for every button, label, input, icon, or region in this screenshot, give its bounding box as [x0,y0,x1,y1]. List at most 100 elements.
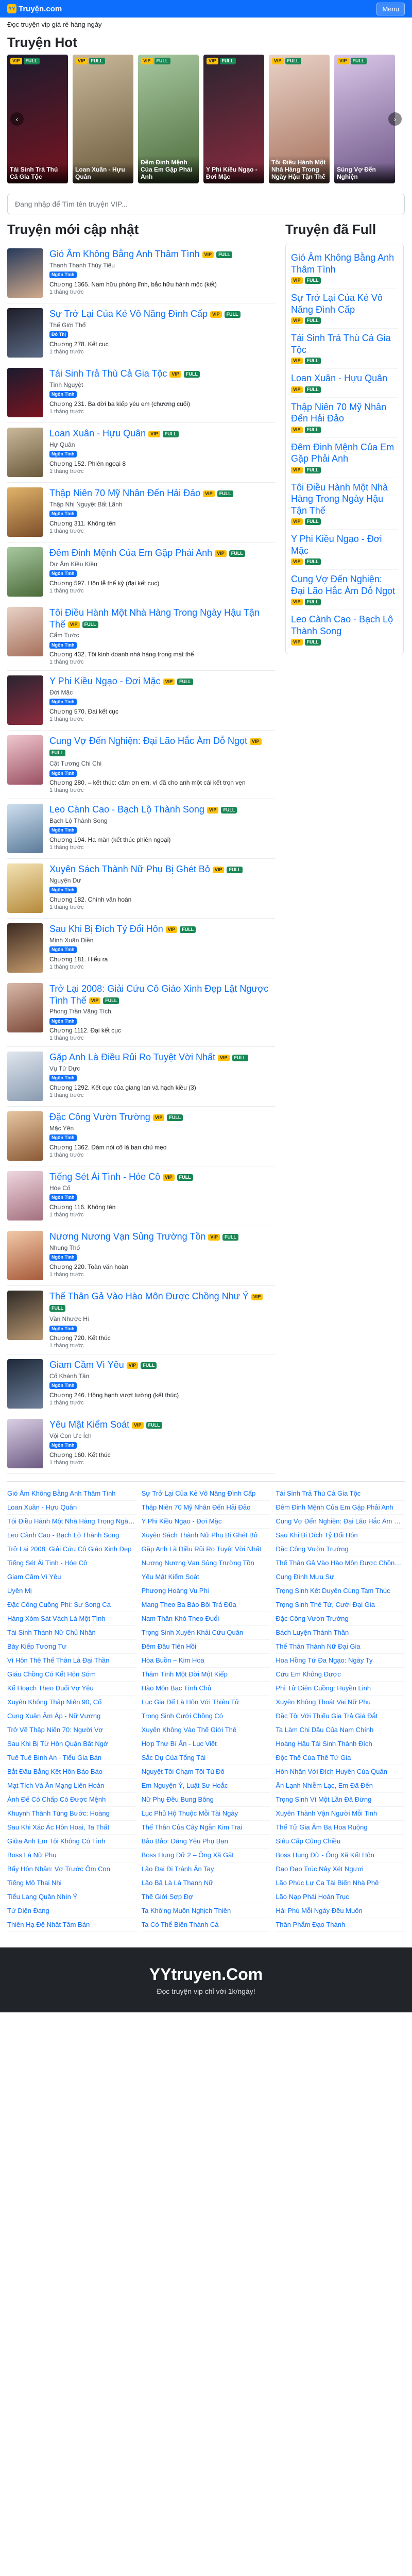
hot-card[interactable]: VIP FULL Đêm Đinh Mệnh Của Em Gặp Phải Anh [138,55,199,183]
story-latest-chapter[interactable]: Chương 152. Phiên ngoại 8 [49,460,275,467]
tag-cloud-link[interactable]: Bách Luyện Thành Thần [276,1626,405,1640]
story-latest-chapter[interactable]: Chương 1112. Đại kết cục [49,1027,275,1034]
story-latest-chapter[interactable]: Chương 182. Chính văn hoàn [49,896,275,903]
story-thumbnail[interactable] [7,1231,43,1280]
tag-cloud-link[interactable]: Thế Thân Gả Vào Hào Môn Được Chồng Như Ý [276,1556,405,1570]
story-latest-chapter[interactable]: Chương 278. Kết cục [49,341,275,348]
tag-cloud-link[interactable]: Leo Cành Cao - Bạch Lộ Thành Song [7,1529,136,1543]
tag-cloud-link[interactable]: Thế Thân Của Cây Ngắn Kim Trai [141,1821,271,1835]
tag-cloud-link[interactable]: Boss Hung Dữ 2 – Ông Xã Gặt [141,1849,271,1862]
tag-cloud-link[interactable]: Ta Làm Chi Dâu Của Nam Chính [276,1723,405,1737]
story-thumbnail[interactable] [7,735,43,785]
story-title-link[interactable]: Y Phi Kiều Ngạo - Đơi Mặc VIP FULL [49,676,194,686]
story-latest-chapter[interactable]: Chương 1292. Kết cục của giang lan và hạ… [49,1084,275,1091]
tag-cloud-link[interactable]: Trọng Sinh Cưới Chồng Có [141,1709,271,1723]
story-title-link[interactable]: Tái Sinh Trả Thù Cả Gia Tộc VIP FULL [49,368,200,379]
story-latest-chapter[interactable]: Chương 720. Kết thúc [49,1334,275,1342]
tag-cloud-link[interactable]: Lão Phúc Lự Ca Tài Biến Nhà Phê [276,1876,405,1890]
story-title-link[interactable]: Sự Trở Lại Của Kẻ Vô Năng Đình Cấp VIP F… [49,309,241,319]
tag-cloud-link[interactable]: Ăn Lạnh Nhiễm Lạc, Em Đã Đến [276,1779,405,1793]
story-latest-chapter[interactable]: Chương 220. Toàn văn hoàn [49,1263,275,1270]
story-thumbnail[interactable] [7,983,43,1032]
tag-cloud-link[interactable]: Xuyên Sách Thành Nữ Phụ Bị Ghét Bỏ [141,1529,271,1543]
story-latest-chapter[interactable]: Chương 246. Hồng hạnh vượt tường (kết th… [49,1392,275,1399]
tag-cloud-link[interactable]: Giáu Chồng Có Kết Hôn Sớm [7,1668,136,1682]
tag-cloud-link[interactable]: Sau Khi Bị Từ Hôn Quận Bất Ngờ [7,1737,136,1751]
tag-cloud-link[interactable]: Trọng Sinh Thê Tử, Cưới Đại Gia [276,1598,405,1612]
tag-cloud-link[interactable]: Sau Khi Bị Đích Tỷ Đổi Hôn [276,1529,405,1543]
tag-cloud-link[interactable]: Boss Là Nữ Phụ [7,1849,136,1862]
tag-cloud-link[interactable]: Vì Hôn Thê Thế Thân Là Đại Thần [7,1654,136,1668]
tag-cloud-link[interactable]: Yêu Mật Kiểm Soát [141,1570,271,1584]
story-thumbnail[interactable] [7,1419,43,1468]
story-latest-chapter[interactable]: Chương 1365. Nam hữu phòng lĩnh, bắc hữu… [49,281,275,288]
hot-card[interactable]: VIP FULL Tôi Điều Hành Một Nhà Hàng Trong … [269,55,330,183]
tag-cloud-link[interactable]: Kế Hoạch Theo Đuổi Vợ Yêu [7,1682,136,1696]
story-title-link[interactable]: Đêm Đinh Mệnh Của Em Gặp Phải Anh VIP FU… [49,548,245,558]
tag-cloud-link[interactable]: Hợp Thư Bí Ẩn - Lục Việt [141,1737,271,1751]
tag-cloud-link[interactable]: Lão Bã Là Là Thanh Nữ [141,1876,271,1890]
story-thumbnail[interactable] [7,863,43,913]
tag-cloud-link[interactable]: Loan Xuân - Hựu Quân [7,1501,136,1515]
tag-cloud-link[interactable]: Gặp Anh Là Điều Rủi Ro Tuyệt Vời Nhất [141,1543,271,1556]
tag-cloud-link[interactable]: Giam Cầm Vì Yêu [7,1570,136,1584]
tag-cloud-link[interactable]: Hoàng Hậu Tái Sinh Thành Đích [276,1737,405,1751]
tag-cloud-link[interactable]: Thế Tử Gia Âm Ba Hoa Ruộng [276,1821,405,1835]
tag-cloud-link[interactable]: Đêm Đầu Tiên Hồi [141,1640,271,1654]
tag-cloud-link[interactable]: Mạt Tích Và Ân Mạng Liên Hoàn [7,1779,136,1793]
story-title-link[interactable]: Gặp Anh Là Điều Rủi Ro Tuyệt Vời Nhất VI… [49,1052,248,1062]
story-latest-chapter[interactable]: Chương 570. Đại kết cục [49,708,275,715]
tag-cloud-link[interactable]: Lão Nạp Phái Hoàn Trục [276,1890,405,1904]
brand-link[interactable]: YY Truyện.com [7,4,62,13]
tag-cloud-link[interactable]: Tiếng Mô Thai Nhi [7,1876,136,1890]
tag-cloud-link[interactable]: Siêu Cấp Cũng Chiều [276,1835,405,1849]
hot-card[interactable]: VIP FULL Sủng Vợ Đến Nghiện [334,55,395,183]
story-latest-chapter[interactable]: Chương 1362. Đám nói cô là bạn chủ mẹo [49,1144,275,1151]
carousel-next-icon[interactable]: › [388,112,402,126]
tag-cloud-link[interactable]: Cứu Em Không Được [276,1668,405,1682]
search-input[interactable] [7,194,405,214]
full-story-title[interactable]: Tái Sinh Trả Thù Cả Gia Tộc [291,332,398,355]
tag-cloud-link[interactable]: Hôn Nhân Với Đích Huyền Của Quân [276,1765,405,1779]
tag-cloud-link[interactable]: Uyên Mị [7,1584,136,1598]
story-thumbnail[interactable] [7,675,43,725]
tag-cloud-link[interactable]: Nguyệt Tôi Chạm Tối Tú Đô [141,1765,271,1779]
tag-cloud-link[interactable]: Nương Nương Vạn Sủng Trường Tồn [141,1556,271,1570]
tag-cloud-link[interactable]: Sắc Dụ Của Tổng Tài [141,1751,271,1765]
tag-cloud-link[interactable]: Bày Kiếp Tương Tư [7,1640,136,1654]
story-title-link[interactable]: Leo Cành Cao - Bạch Lộ Thành Song VIP FU… [49,804,237,815]
story-title-link[interactable]: Giam Cầm Vì Yêu VIP FULL [49,1360,157,1370]
tag-cloud-link[interactable]: Độc Thê Của Thế Tử Gia [276,1751,405,1765]
story-title-link[interactable]: Trở Lại 2008: Giải Cứu Cô Giáo Xinh Đẹp … [49,984,268,1006]
story-title-link[interactable]: Cung Vợ Đến Nghiện: Đại Lão Hắc Ám Dỗ Ng… [49,736,262,758]
story-latest-chapter[interactable]: Chương 597. Hôn lễ thế kỷ (đại kết cục) [49,580,275,587]
story-latest-chapter[interactable]: Chương 231. Ba đời ba kiếp yêu em (chươn… [49,400,275,408]
tag-cloud-link[interactable]: Phì Tử Điên Cuồng: Huyền Linh [276,1682,405,1696]
tag-cloud-link[interactable]: Ta Có Thể Biến Thành Cá [141,1918,271,1932]
tag-cloud-link[interactable]: Giữa Anh Em Tôi Không Có Tình [7,1835,136,1849]
tag-cloud-link[interactable]: Sau Khi Xác Ác Hôn Hoai, Ta Thất [7,1821,136,1835]
story-latest-chapter[interactable]: Chương 160. Kết thúc [49,1451,275,1459]
full-story-title[interactable]: Đêm Đinh Mệnh Của Em Gặp Phải Anh [291,442,398,465]
tag-cloud-link[interactable]: Tuế Tuế Bình An - Tiểu Gia Bản [7,1751,136,1765]
full-story-title[interactable]: Loan Xuân - Hựu Quân [291,372,398,384]
tag-cloud-link[interactable]: Tứ Diện Đang [7,1904,136,1918]
story-thumbnail[interactable] [7,804,43,853]
tag-cloud-link[interactable]: Trọng Sinh Kết Duyên Cùng Tam Thúc [276,1584,405,1598]
tag-cloud-link[interactable]: Ảnh Đế Có Chấp Có Được Mệnh [7,1793,136,1807]
hot-card[interactable]: VIP FULL Y Phi Kiều Ngạo - Đơi Mặc [203,55,264,183]
tag-cloud-link[interactable]: Khuynh Thành Tùng Bước: Hoàng [7,1807,136,1821]
tag-cloud-link[interactable]: Xuyên Không Thập Niên 90, Cố [7,1696,136,1709]
tag-cloud-link[interactable]: Hào Môn Bạc Tình Chủ [141,1682,271,1696]
story-title-link[interactable]: Thế Thân Gả Vào Hào Môn Được Chồng Như Ý… [49,1291,263,1313]
tag-cloud-link[interactable]: Xuyên Thành Vận Người Mỗi Tinh [276,1807,405,1821]
tag-cloud-link[interactable]: Lục Phủ Hộ Thuộc Mỗi Tài Ngày [141,1807,271,1821]
story-thumbnail[interactable] [7,1052,43,1101]
tag-cloud-link[interactable]: Nữ Phụ Đều Bung Bông [141,1793,271,1807]
story-title-link[interactable]: Loan Xuân - Hựu Quân VIP FULL [49,428,179,438]
story-thumbnail[interactable] [7,1291,43,1340]
tag-cloud-link[interactable]: Tôi Điều Hành Một Nhà Hàng Trong Ngày Hậ… [7,1515,136,1529]
story-latest-chapter[interactable]: Chương 181. Hiểu ra [49,956,275,963]
story-title-link[interactable]: Nương Nương Vạn Sủng Trường Tồn VIP FULL [49,1231,238,1242]
tag-cloud-link[interactable]: Tái Sinh Trả Thù Cả Gia Tộc [276,1487,405,1501]
